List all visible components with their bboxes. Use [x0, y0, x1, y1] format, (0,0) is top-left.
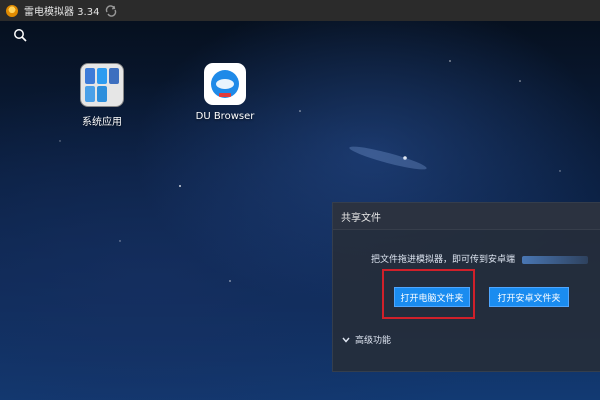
advanced-label: 高级功能	[355, 336, 392, 346]
search-icon[interactable]	[12, 27, 28, 43]
folder-icon	[80, 63, 124, 107]
redacted-path	[521, 255, 588, 264]
panel-description: 把文件拖进模拟器，即可传到安卓端	[371, 252, 588, 265]
panel-title: 共享文件	[333, 203, 600, 230]
sync-icon[interactable]	[105, 4, 117, 17]
android-desktop: 系统应用 DU Browser 共享文件 把文件拖进模拟器，即可传到安卓端 打开…	[0, 21, 600, 400]
advanced-toggle[interactable]: 高级功能	[341, 333, 391, 346]
app-label: DU Browser	[195, 111, 255, 122]
open-android-folder-button[interactable]: 打开安卓文件夹	[489, 287, 569, 307]
title-bar: 雷电模拟器 3.34	[0, 0, 600, 21]
app-label: 系统应用	[82, 117, 122, 128]
app-logo-icon	[6, 4, 18, 17]
open-pc-folder-button[interactable]: 打开电脑文件夹	[394, 287, 470, 307]
browser-icon	[204, 63, 246, 105]
description-text: 把文件拖进模拟器，即可传到安卓端	[371, 255, 516, 265]
window-title: 雷电模拟器 3.34	[24, 7, 100, 18]
app-system-apps[interactable]: 系统应用	[58, 63, 146, 128]
chevron-down-icon	[341, 335, 351, 345]
app-du-browser[interactable]: DU Browser	[181, 63, 269, 122]
shared-files-panel: 共享文件 把文件拖进模拟器，即可传到安卓端 打开电脑文件夹 打开安卓文件夹 高级…	[332, 202, 600, 372]
